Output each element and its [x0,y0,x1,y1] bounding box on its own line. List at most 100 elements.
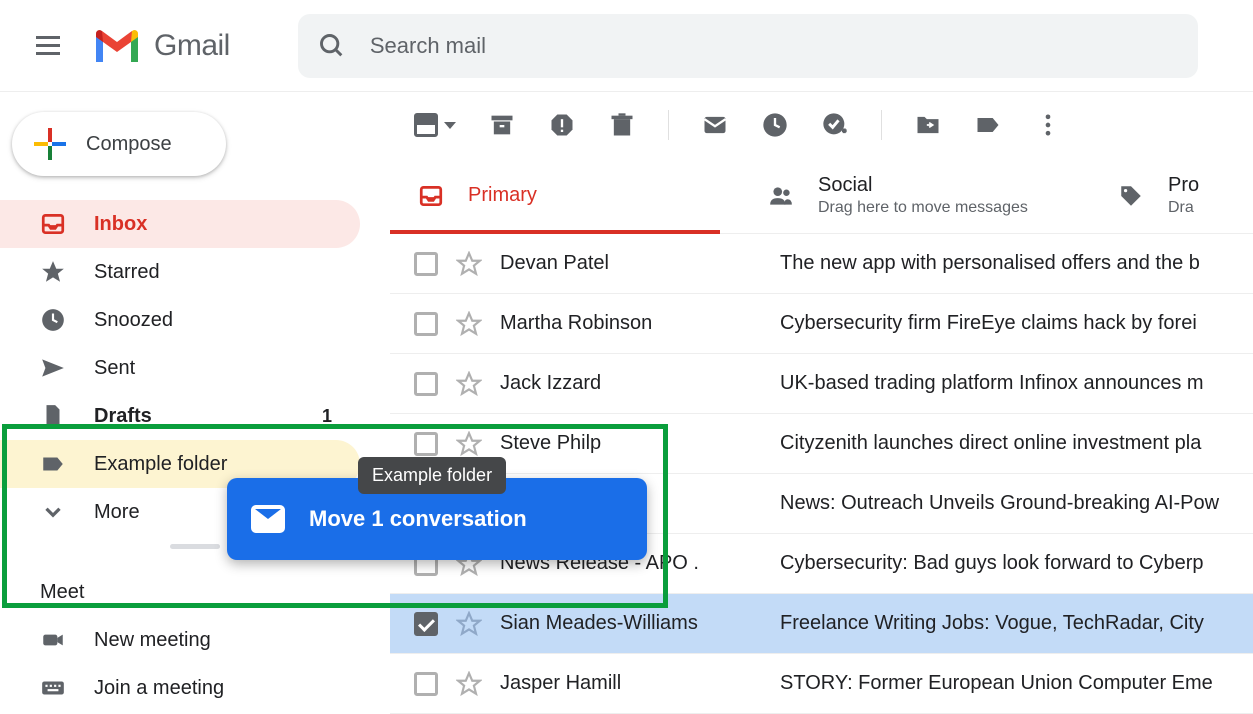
plus-icon [32,126,68,162]
email-row[interactable]: Jasper Hamill STORY: Former European Uni… [390,654,1253,714]
email-sender: Jack Izzard [500,372,780,395]
main-menu-icon[interactable] [24,22,72,70]
sidebar: Compose Inbox Starred Snoozed Sent Draft… [0,92,390,705]
drag-label: Move 1 conversation [309,506,527,532]
sidebar-item-starred[interactable]: Starred [0,248,360,296]
send-icon [40,355,66,381]
sidebar-item-snoozed[interactable]: Snoozed [0,296,360,344]
meet-section-title: Meet [0,581,390,604]
tab-primary[interactable]: Primary [390,158,740,233]
search-bar[interactable] [298,14,1198,78]
tab-subtext: Dra [1168,199,1199,217]
file-icon [40,403,66,429]
email-subject: News: Outreach Unveils Ground-breaking A… [780,492,1253,515]
email-sender: Martha Robinson [500,312,780,335]
dropdown-arrow-icon [444,122,456,129]
separator [881,110,882,140]
snooze-icon[interactable] [761,111,789,139]
select-checkbox-icon [414,113,438,137]
email-sender: Sian Meades-Williams [500,612,780,635]
delete-icon[interactable] [608,111,636,139]
star-icon[interactable] [456,611,482,637]
tab-label: Pro [1168,174,1199,197]
email-row[interactable]: Martha Robinson Cybersecurity firm FireE… [390,294,1253,354]
email-row[interactable]: Devan Patel The new app with personalise… [390,234,1253,294]
tab-label: Primary [468,184,537,207]
sidebar-item-sent[interactable]: Sent [0,344,360,392]
email-row[interactable]: Jack Izzard UK-based trading platform In… [390,354,1253,414]
email-sender: Jasper Hamill [500,672,780,695]
tab-promotions[interactable]: Pro Dra [1090,158,1227,233]
email-subject: Cybersecurity firm FireEye claims hack b… [780,312,1253,335]
toolbar [390,92,1253,158]
email-subject: Freelance Writing Jobs: Vogue, TechRadar… [780,612,1253,635]
compose-label: Compose [86,133,172,156]
select-dropdown[interactable] [414,113,456,137]
clock-icon [40,307,66,333]
envelope-icon [251,505,285,533]
tag-icon [1118,183,1144,209]
tab-social[interactable]: Social Drag here to move messages [740,158,1090,233]
compose-button[interactable]: Compose [12,112,226,176]
meet-new-meeting[interactable]: New meeting [0,616,360,664]
star-icon[interactable] [456,311,482,337]
mark-unread-icon[interactable] [701,111,729,139]
sidebar-item-label: More [94,501,140,524]
sidebar-item-label: Starred [94,261,160,284]
tab-subtext: Drag here to move messages [818,199,1028,217]
email-checkbox[interactable] [414,312,438,336]
drafts-count: 1 [322,406,332,427]
drag-tooltip: Example folder [358,457,506,494]
more-icon[interactable] [1034,111,1062,139]
email-subject: Cityzenith launches direct online invest… [780,432,1253,455]
category-tabs: Primary Social Drag here to move message… [390,158,1253,234]
sidebar-item-label: Sent [94,357,135,380]
keyboard-icon [40,675,66,701]
people-icon [768,183,794,209]
tab-label: Social [818,174,1028,197]
meet-item-label: Join a meeting [94,677,224,700]
search-icon[interactable] [318,32,346,60]
star-icon [40,259,66,285]
sidebar-item-label: Drafts [94,405,152,428]
sidebar-item-label: Example folder [94,453,227,476]
meet-item-label: New meeting [94,629,211,652]
star-icon[interactable] [456,431,482,457]
email-row[interactable]: Steve Philp Cityzenith launches direct o… [390,414,1253,474]
email-subject: UK-based trading platform Infinox announ… [780,372,1253,395]
email-sender: Devan Patel [500,252,780,275]
labels-icon[interactable] [974,111,1002,139]
spam-icon[interactable] [548,111,576,139]
resize-handle[interactable] [170,544,220,549]
email-subject: Cybersecurity: Bad guys look forward to … [780,552,1253,575]
email-list: Devan Patel The new app with personalise… [390,234,1253,714]
star-icon[interactable] [456,671,482,697]
sidebar-item-inbox[interactable]: Inbox [0,200,360,248]
add-task-icon[interactable] [821,111,849,139]
archive-icon[interactable] [488,111,516,139]
sidebar-item-label: Inbox [94,213,147,236]
move-to-icon[interactable] [914,111,942,139]
sidebar-item-label: Snoozed [94,309,173,332]
email-checkbox[interactable] [414,432,438,456]
email-row[interactable]: Sian Meades-Williams Freelance Writing J… [390,594,1253,654]
email-sender: Steve Philp [500,432,780,455]
gmail-logo[interactable]: Gmail [92,26,230,66]
email-checkbox[interactable] [414,252,438,276]
search-input[interactable] [370,33,1178,59]
email-subject: STORY: Former European Union Computer Em… [780,672,1253,695]
email-checkbox[interactable] [414,612,438,636]
camera-icon [40,627,66,653]
email-subject: The new app with personalised offers and… [780,252,1253,275]
inbox-icon [40,211,66,237]
sidebar-item-drafts[interactable]: Drafts 1 [0,392,360,440]
separator [668,110,669,140]
star-icon[interactable] [456,251,482,277]
star-icon[interactable] [456,371,482,397]
label-icon [40,451,66,477]
gmail-m-icon [92,26,142,66]
email-checkbox[interactable] [414,672,438,696]
chevron-down-icon [40,499,66,525]
app-name: Gmail [154,29,230,63]
email-checkbox[interactable] [414,372,438,396]
